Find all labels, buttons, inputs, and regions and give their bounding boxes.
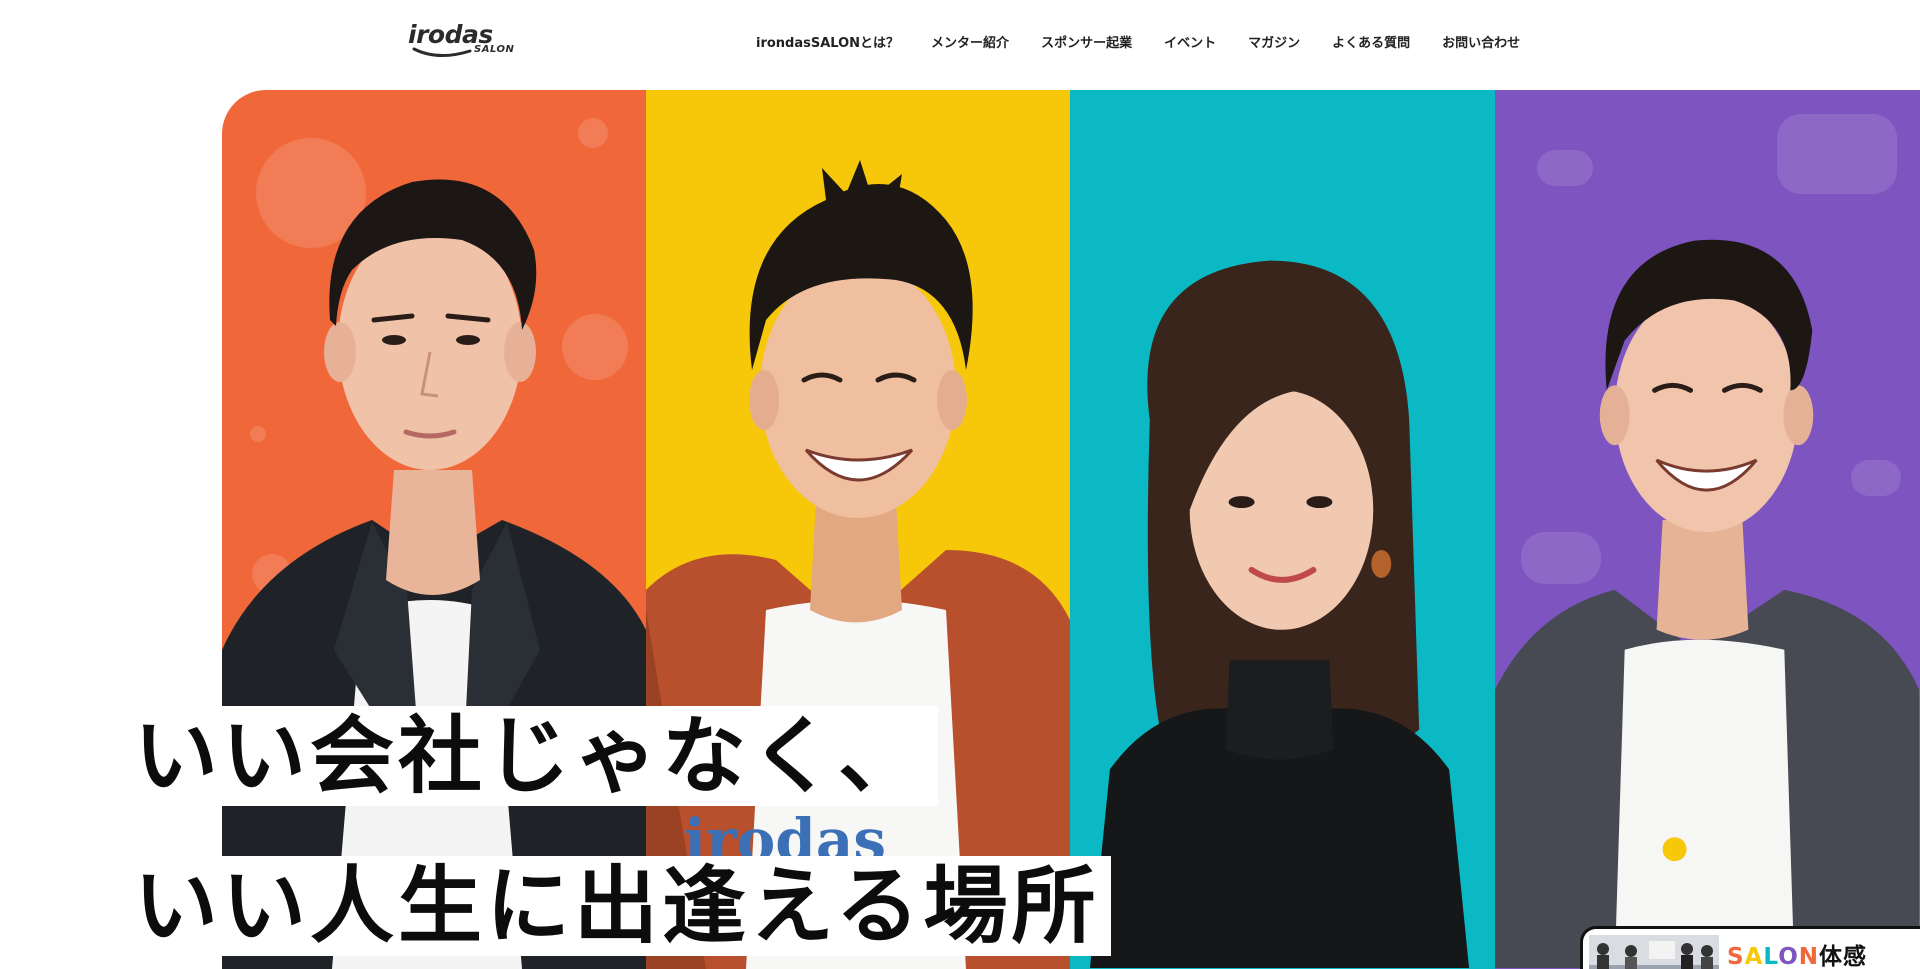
- trial-label-suffix: 体感: [1819, 944, 1868, 969]
- hero-panel-orange: [222, 90, 646, 969]
- nav-faq[interactable]: よくある質問: [1332, 34, 1410, 54]
- mentor-photo-1: [222, 179, 646, 969]
- trial-label-letter: N: [1798, 944, 1820, 969]
- irodas-salon-logo[interactable]: irodas SALON: [408, 20, 518, 60]
- nav-mentors[interactable]: メンター紹介: [931, 34, 1009, 54]
- trial-label-letter: L: [1763, 944, 1779, 969]
- hero-panel-teal: [1070, 90, 1495, 969]
- mentor-photo-4: [1495, 239, 1919, 968]
- trial-label-letter: S: [1727, 944, 1745, 969]
- catchcopy-line-1: いい会社じゃなく、: [128, 706, 939, 806]
- logo-smile-icon: [412, 47, 472, 57]
- site-header: irodas SALON irondasSALONとは？ メンター紹介 スポンサ…: [0, 0, 1920, 90]
- hero-panel-yellow: irodas: [646, 90, 1070, 969]
- nav-contact[interactable]: お問い合わせ: [1442, 34, 1520, 54]
- salon-trial-badge[interactable]: SALON体感: [1580, 926, 1920, 969]
- nav-about[interactable]: irondasSALONとは？: [756, 34, 899, 54]
- global-nav: irondasSALONとは？ メンター紹介 スポンサー起業 イベント マガジン…: [756, 34, 1520, 54]
- hero-visual: irodas: [222, 90, 1920, 969]
- salon-trial-label: SALON体感: [1727, 937, 1867, 969]
- trial-label-letter: A: [1744, 944, 1764, 969]
- catchcopy-line-2: いい人生に出逢える場所: [128, 856, 1112, 956]
- hero-panel-purple: [1495, 90, 1920, 969]
- trial-label-letter: O: [1778, 944, 1799, 969]
- nav-magazine[interactable]: マガジン: [1248, 34, 1300, 54]
- mentor-photo-2: irodas: [646, 160, 1070, 969]
- nav-events[interactable]: イベント: [1164, 34, 1216, 54]
- logo-subtext: SALON: [474, 44, 515, 55]
- group-photo-image: [1589, 935, 1719, 969]
- salon-trial-photo: [1589, 935, 1719, 969]
- mentor-photo-3: [1089, 260, 1470, 968]
- nav-sponsor-startup[interactable]: スポンサー起業: [1041, 34, 1132, 54]
